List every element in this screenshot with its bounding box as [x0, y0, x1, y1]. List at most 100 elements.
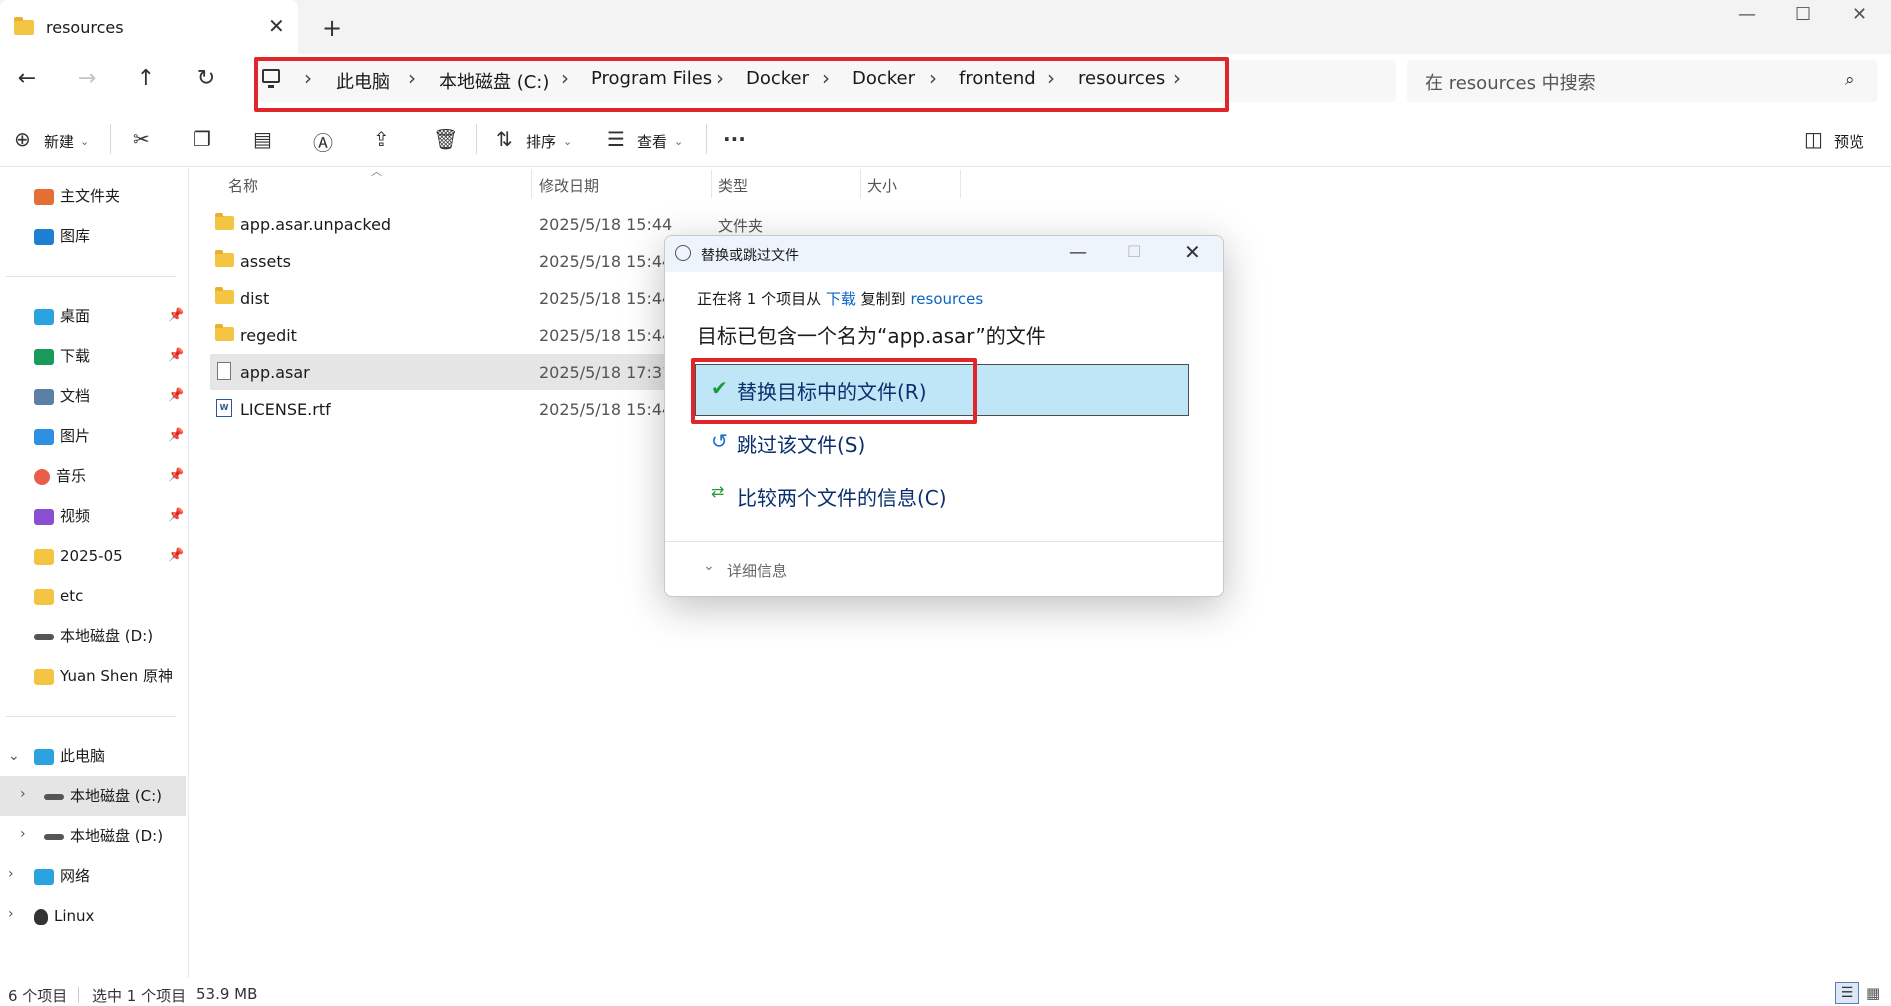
- file-name[interactable]: app.asar: [240, 363, 310, 382]
- new-icon[interactable]: ⊕: [14, 127, 31, 151]
- column-divider[interactable]: [860, 170, 861, 198]
- column-header-type[interactable]: 类型: [718, 175, 748, 196]
- sidebar-item-linux[interactable]: Linux: [34, 898, 94, 934]
- sidebar-item-downloads[interactable]: 下载: [34, 338, 90, 374]
- linux-icon: [34, 908, 48, 925]
- sidebar-item-documents[interactable]: 文档: [34, 378, 90, 414]
- search-icon[interactable]: ⌕: [1845, 70, 1855, 90]
- file-type: 文件夹: [718, 217, 764, 235]
- more-options-button[interactable]: ···: [723, 127, 746, 151]
- pin-icon: 📌: [168, 508, 185, 523]
- destination-link[interactable]: resources: [910, 290, 983, 308]
- sidebar-item-network[interactable]: 网络: [34, 858, 90, 894]
- details-toggle[interactable]: 详细信息: [727, 560, 787, 581]
- video-icon: [34, 508, 54, 525]
- forward-button[interactable]: →: [72, 66, 102, 91]
- view-button[interactable]: 查看: [637, 131, 667, 152]
- toolbar-divider: [476, 124, 477, 154]
- paste-icon[interactable]: ▤: [253, 127, 272, 151]
- pictures-icon: [34, 428, 54, 445]
- sidebar-item-etc[interactable]: etc: [34, 578, 83, 614]
- column-divider[interactable]: [960, 170, 961, 198]
- minimize-button[interactable]: —: [1738, 4, 1756, 25]
- word-document-icon: W: [216, 399, 232, 417]
- tiles-view-icon[interactable]: ▦: [1866, 984, 1880, 1002]
- sidebar-item-label: Yuan Shen 原神: [60, 667, 173, 685]
- chevron-right-icon[interactable]: ›: [20, 826, 26, 842]
- dialog-close-button[interactable]: ✕: [1184, 240, 1201, 264]
- chevron-down-icon[interactable]: ⌄: [703, 558, 715, 574]
- sort-icon[interactable]: ⇅: [496, 127, 513, 151]
- chevron-right-icon[interactable]: ›: [8, 866, 14, 882]
- file-name[interactable]: app.asar.unpacked: [240, 215, 391, 234]
- details-view-icon[interactable]: ☰: [1835, 982, 1859, 1004]
- chevron-right-icon[interactable]: ›: [8, 906, 14, 922]
- sidebar-item-this-pc[interactable]: 此电脑: [34, 738, 105, 774]
- conflict-message: 目标已包含一个名为“app.asar”的文件: [697, 324, 1046, 348]
- sidebar-item-drive-c[interactable]: 本地磁盘 (C:): [44, 778, 162, 814]
- close-window-button[interactable]: ✕: [1852, 4, 1867, 25]
- chevron-right-icon[interactable]: ›: [20, 786, 26, 802]
- item-count: 6 个项目: [8, 987, 68, 1005]
- sidebar-item-label: 图库: [60, 227, 91, 245]
- column-header-date[interactable]: 修改日期: [539, 175, 599, 196]
- source-link[interactable]: 下载: [826, 290, 856, 308]
- cut-icon[interactable]: ✂: [133, 127, 150, 151]
- file-icon: [217, 362, 231, 380]
- chevron-down-icon[interactable]: ⌄: [8, 748, 20, 764]
- column-divider[interactable]: [531, 170, 532, 198]
- copy-icon[interactable]: ❐: [193, 127, 211, 151]
- chevron-down-icon[interactable]: ⌄: [80, 135, 89, 148]
- skip-option-button[interactable]: 跳过该文件(S): [737, 429, 865, 458]
- download-icon: [34, 348, 54, 365]
- compare-option-button[interactable]: 比较两个文件的信息(C): [737, 482, 947, 511]
- replace-annotation-box: [691, 358, 977, 424]
- refresh-button[interactable]: ↻: [191, 66, 221, 91]
- sidebar-item-music[interactable]: 音乐: [34, 458, 86, 494]
- chevron-down-icon[interactable]: ⌄: [674, 135, 683, 148]
- back-button[interactable]: ←: [12, 66, 42, 91]
- sidebar-item-yuanshen[interactable]: Yuan Shen 原神: [34, 658, 173, 694]
- up-button[interactable]: ↑: [131, 66, 161, 91]
- dialog-minimize-button[interactable]: —: [1069, 242, 1087, 263]
- sidebar-divider: [6, 276, 176, 277]
- maximize-button[interactable]: ☐: [1795, 4, 1811, 25]
- column-header-size[interactable]: 大小: [867, 175, 897, 196]
- sidebar-item-pictures[interactable]: 图片: [34, 418, 90, 454]
- sidebar-item-gallery[interactable]: 图库: [34, 218, 90, 254]
- sidebar-item-2025-05[interactable]: 2025-05: [34, 538, 123, 574]
- tab-resources[interactable]: resources ✕: [0, 0, 298, 56]
- file-name[interactable]: assets: [240, 252, 291, 271]
- search-input[interactable]: 在 resources 中搜索: [1425, 69, 1596, 95]
- column-divider[interactable]: [711, 170, 712, 198]
- tab-close-button[interactable]: ✕: [268, 14, 285, 38]
- sidebar-item-videos[interactable]: 视频: [34, 498, 90, 534]
- preview-pane-icon[interactable]: ◫: [1804, 127, 1823, 151]
- share-icon[interactable]: ⇪: [373, 127, 390, 151]
- chevron-down-icon[interactable]: ⌄: [563, 135, 572, 148]
- delete-icon[interactable]: 🗑: [433, 127, 458, 151]
- rename-icon[interactable]: Ⓐ: [313, 127, 333, 156]
- pin-icon: 📌: [168, 308, 185, 323]
- drive-icon: [44, 793, 64, 800]
- preview-button[interactable]: 预览: [1834, 131, 1864, 152]
- file-name[interactable]: regedit: [240, 326, 297, 345]
- sidebar-item-label: 网络: [60, 867, 91, 885]
- selection-count: 选中 1 个项目: [92, 987, 187, 1005]
- pin-icon: 📌: [168, 548, 185, 563]
- sidebar-item-home[interactable]: 主文件夹: [34, 178, 120, 214]
- file-name[interactable]: dist: [240, 289, 269, 308]
- file-name[interactable]: LICENSE.rtf: [240, 400, 331, 419]
- pin-icon: 📌: [168, 428, 185, 443]
- new-button[interactable]: 新建: [44, 131, 74, 152]
- column-header-name[interactable]: 名称: [228, 175, 258, 196]
- sidebar-item-drive-d[interactable]: 本地磁盘 (D:): [34, 618, 153, 654]
- sidebar-item-label: 视频: [60, 507, 91, 525]
- drive-icon: [44, 833, 64, 840]
- sort-button[interactable]: 排序: [526, 131, 556, 152]
- dialog-title: 替换或跳过文件: [701, 248, 799, 264]
- view-icon[interactable]: ☰: [607, 127, 625, 151]
- sidebar-item-drive-d-tree[interactable]: 本地磁盘 (D:): [44, 818, 163, 854]
- sidebar-item-desktop[interactable]: 桌面: [34, 298, 90, 334]
- new-tab-button[interactable]: +: [322, 14, 342, 42]
